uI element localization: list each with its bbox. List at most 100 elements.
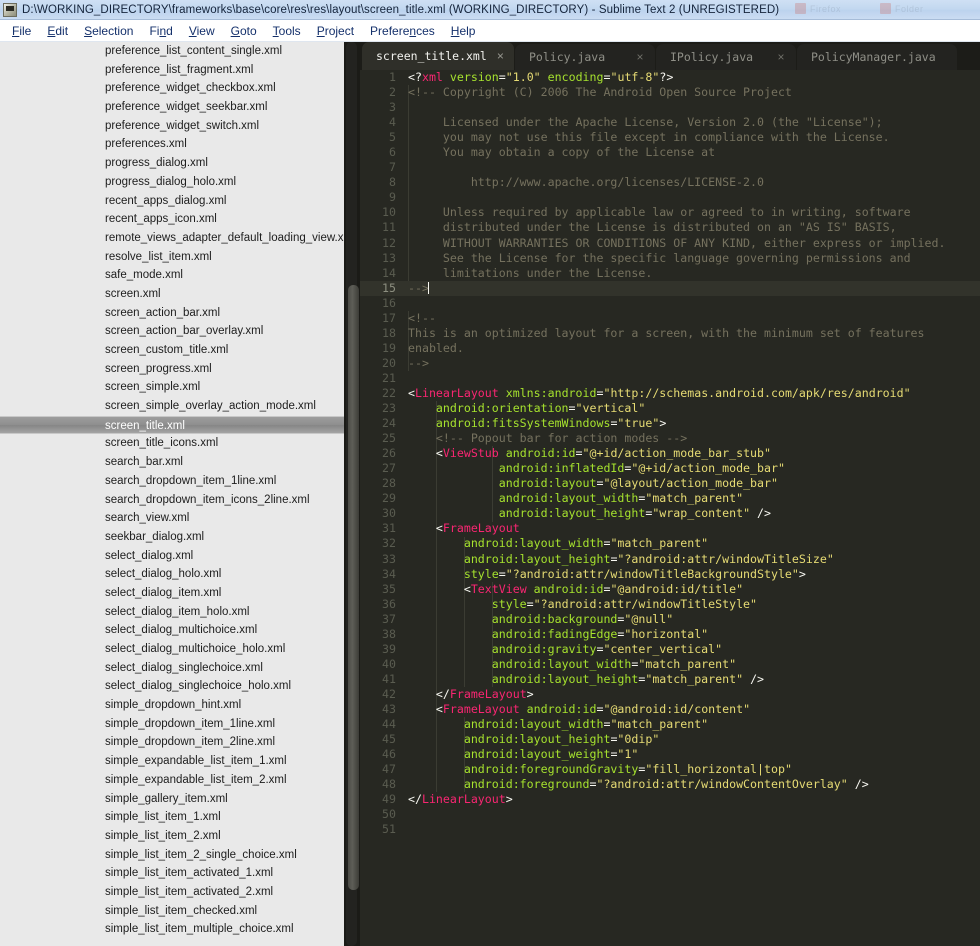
code-line[interactable]: style="?android:attr/windowTitleStyle" (404, 597, 980, 612)
code-line[interactable]: android:layout_height="0dip" (404, 732, 980, 747)
file-list-item[interactable]: preference_list_content_single.xml (0, 42, 344, 61)
file-list-item[interactable]: recent_apps_dialog.xml (0, 192, 344, 211)
file-list-item[interactable]: preference_widget_checkbox.xml (0, 79, 344, 98)
code-line[interactable] (404, 100, 980, 115)
code-line[interactable]: android:layout_height="wrap_content" /> (404, 506, 980, 521)
file-list-item[interactable]: simple_dropdown_item_2line.xml (0, 733, 344, 752)
code-line[interactable]: <FrameLayout android:id="@android:id/con… (404, 702, 980, 717)
code-line[interactable]: android:layout_width="match_parent" (404, 491, 980, 506)
code-line[interactable] (404, 371, 980, 386)
menu-item-tools[interactable]: Tools (265, 22, 309, 40)
editor-tab[interactable]: IPolicy.java × (656, 44, 796, 70)
file-list-item[interactable]: simple_dropdown_item_1line.xml (0, 715, 344, 734)
editor-tab[interactable]: Policy.java × (515, 44, 655, 70)
code-line[interactable]: <LinearLayout xmlns:android="http://sche… (404, 386, 980, 401)
file-list-item[interactable]: seekbar_dialog.xml (0, 528, 344, 547)
code-area[interactable]: 1 2 3 4 5 6 7 8 9 10 11 12 13 14 15 16 17 18 19 20 21 22 23 24 2… (360, 70, 980, 946)
code-line[interactable]: style="?android:attr/windowTitleBackgrou… (404, 567, 980, 582)
menu-item-preferences[interactable]: Preferences (362, 22, 443, 40)
code-content[interactable]: <?xml version="1.0" encoding="utf-8"?> <!… (404, 70, 980, 946)
code-line[interactable]: android:layout_width="match_parent" (404, 536, 980, 551)
file-list-item[interactable]: recent_apps_icon.xml (0, 210, 344, 229)
code-line[interactable]: --> (404, 280, 980, 296)
file-list-item[interactable]: progress_dialog.xml (0, 154, 344, 173)
sidebar-scrollbar-thumb[interactable] (348, 285, 359, 890)
file-list-item[interactable]: simple_list_item_2_single_choice.xml (0, 846, 344, 865)
file-list-item[interactable]: preference_widget_switch.xml (0, 117, 344, 136)
code-line[interactable]: </FrameLayout> (404, 687, 980, 702)
file-list-item[interactable]: screen_progress.xml (0, 360, 344, 379)
file-list-item[interactable]: select_dialog_multichoice.xml (0, 621, 344, 640)
code-line[interactable]: android:background="@null" (404, 612, 980, 627)
code-line[interactable] (404, 807, 980, 822)
code-line[interactable]: android:layout="@layout/action_mode_bar" (404, 476, 980, 491)
file-list-item[interactable]: screen_action_bar.xml (0, 304, 344, 323)
code-line[interactable]: Licensed under the Apache License, Versi… (404, 115, 980, 130)
file-list-item[interactable]: safe_mode.xml (0, 266, 344, 285)
code-line[interactable]: android:foreground="?android:attr/window… (404, 777, 980, 792)
code-line[interactable]: <ViewStub android:id="@+id/action_mode_b… (404, 446, 980, 461)
file-list-item[interactable]: screen_simple_overlay_action_mode.xml (0, 397, 344, 416)
file-list-item-selected[interactable]: screen_title.xml (0, 415, 344, 435)
menu-item-edit[interactable]: Edit (39, 22, 76, 40)
file-list-item[interactable]: select_dialog_item_holo.xml (0, 603, 344, 622)
file-list-item[interactable]: simple_list_item_activated_1.xml (0, 864, 344, 883)
file-list-item[interactable]: screen_action_bar_overlay.xml (0, 322, 344, 341)
close-icon[interactable]: × (487, 49, 514, 63)
file-list-item[interactable]: search_view.xml (0, 509, 344, 528)
file-list-item[interactable]: search_bar.xml (0, 453, 344, 472)
code-line[interactable]: android:layout_height="match_parent" /> (404, 672, 980, 687)
code-line[interactable]: android:layout_weight="1" (404, 747, 980, 762)
close-icon[interactable]: × (766, 50, 796, 64)
file-list-item[interactable]: simple_list_item_multiple_choice.xml (0, 920, 344, 939)
code-line[interactable]: <TextView android:id="@android:id/title" (404, 582, 980, 597)
file-list-item[interactable]: select_dialog.xml (0, 547, 344, 566)
file-list-item[interactable]: select_dialog_multichoice_holo.xml (0, 640, 344, 659)
file-list-item[interactable]: select_dialog_singlechoice.xml (0, 659, 344, 678)
file-list-item[interactable]: preference_widget_seekbar.xml (0, 98, 344, 117)
file-list-item[interactable]: remote_views_adapter_default_loading_vie… (0, 229, 344, 248)
file-list-item[interactable]: screen_title_icons.xml (0, 434, 344, 453)
file-list-item[interactable]: select_dialog_item.xml (0, 584, 344, 603)
file-list-item[interactable]: preferences.xml (0, 135, 344, 154)
menu-item-selection[interactable]: Selection (76, 22, 141, 40)
file-list-item[interactable]: screen.xml (0, 285, 344, 304)
code-line[interactable]: <!-- (404, 311, 980, 326)
code-line[interactable]: You may obtain a copy of the License at (404, 145, 980, 160)
file-list-item[interactable]: simple_expandable_list_item_2.xml (0, 771, 344, 790)
code-line[interactable]: android:fadingEdge="horizontal" (404, 627, 980, 642)
file-list-item[interactable]: simple_dropdown_hint.xml (0, 696, 344, 715)
code-line[interactable]: http://www.apache.org/licenses/LICENSE-2… (404, 175, 980, 190)
code-line[interactable]: android:layout_width="match_parent" (404, 657, 980, 672)
file-list-item[interactable]: simple_list_item_checked.xml (0, 902, 344, 921)
code-line[interactable]: --> (404, 356, 980, 371)
menu-item-file[interactable]: File (4, 22, 39, 40)
file-list-item[interactable]: preference_list_fragment.xml (0, 61, 344, 80)
file-list-item[interactable]: screen_simple.xml (0, 378, 344, 397)
file-list-item[interactable]: progress_dialog_holo.xml (0, 173, 344, 192)
menu-item-find[interactable]: Find (141, 22, 180, 40)
code-line[interactable] (404, 822, 980, 837)
code-line[interactable] (404, 160, 980, 175)
code-line[interactable]: android:inflatedId="@+id/action_mode_bar… (404, 461, 980, 476)
code-line[interactable]: See the License for the specific languag… (404, 251, 980, 266)
file-list-item[interactable]: simple_gallery_item.xml (0, 790, 344, 809)
code-line[interactable]: distributed under the License is distrib… (404, 220, 980, 235)
code-line[interactable]: android:layout_width="match_parent" (404, 717, 980, 732)
menu-item-view[interactable]: View (181, 22, 223, 40)
code-line[interactable]: <?xml version="1.0" encoding="utf-8"?> (404, 70, 980, 85)
code-line[interactable]: <!-- Popout bar for action modes --> (404, 431, 980, 446)
code-line[interactable]: android:orientation="vertical" (404, 401, 980, 416)
menu-item-help[interactable]: Help (443, 22, 484, 40)
code-line[interactable] (404, 296, 980, 311)
code-line[interactable]: android:layout_height="?android:attr/win… (404, 552, 980, 567)
code-line[interactable] (404, 190, 980, 205)
code-line[interactable]: android:gravity="center_vertical" (404, 642, 980, 657)
editor-tab[interactable]: PolicyManager.java (797, 44, 957, 70)
file-list-item[interactable]: simple_list_item_1.xml (0, 808, 344, 827)
menu-item-goto[interactable]: Goto (223, 22, 265, 40)
file-list-item[interactable]: search_dropdown_item_icons_2line.xml (0, 491, 344, 510)
code-line[interactable]: enabled. (404, 341, 980, 356)
code-line[interactable]: </LinearLayout> (404, 792, 980, 807)
menu-item-project[interactable]: Project (309, 22, 362, 40)
